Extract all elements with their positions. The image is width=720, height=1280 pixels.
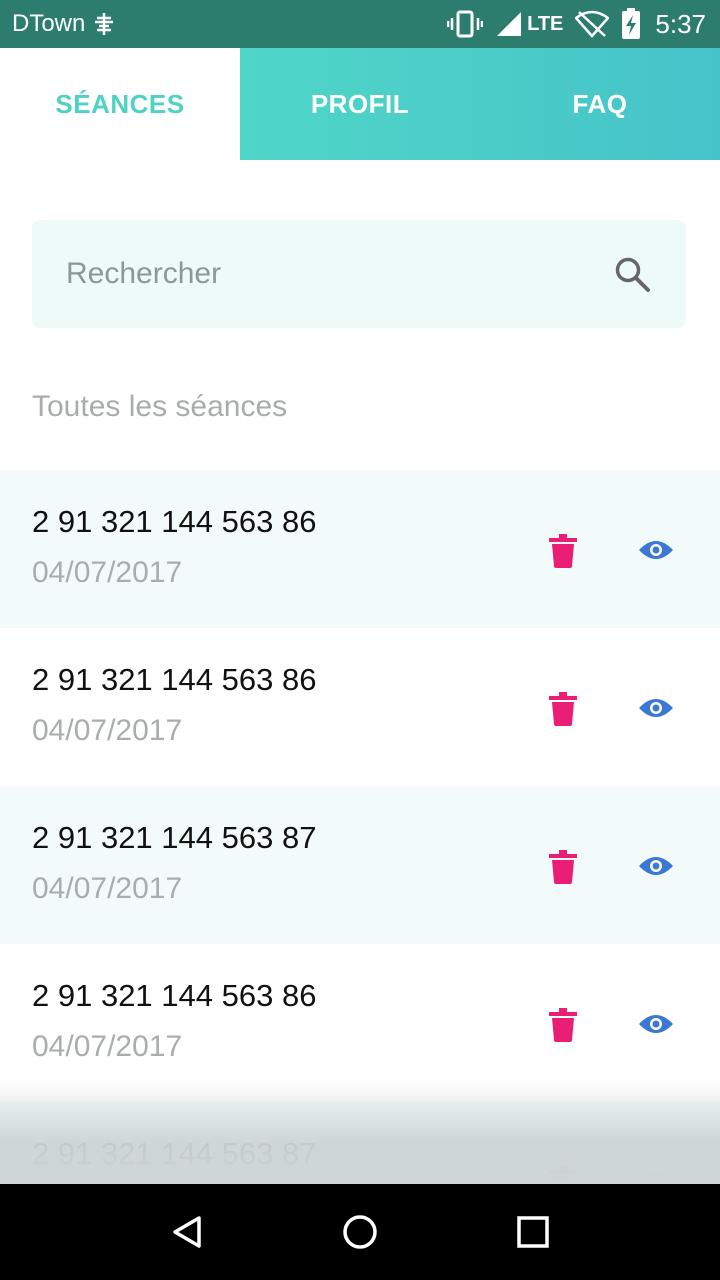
eye-icon[interactable] <box>638 696 674 720</box>
clock: 5:37 <box>655 8 706 39</box>
tab-profil-label: PROFIL <box>310 88 410 119</box>
back-icon[interactable] <box>167 1212 207 1252</box>
status-bar: DTown LTE 5:37 <box>0 0 720 48</box>
session-list: 2 91 321 144 563 86 04/07/2017 2 91 321 … <box>0 470 720 1260</box>
search-input[interactable]: Rechercher <box>32 220 686 328</box>
battery-charging-icon <box>622 8 641 39</box>
session-number: 2 91 321 144 563 86 <box>32 978 317 1013</box>
session-date: 04/07/2017 <box>32 1030 183 1063</box>
tab-faq-label: FAQ <box>572 88 628 119</box>
session-date: 04/07/2017 <box>32 872 183 905</box>
list-item[interactable]: 2 91 321 144 563 86 04/07/2017 <box>0 944 720 1102</box>
trash-icon[interactable] <box>549 534 577 568</box>
vibrate-icon <box>447 10 484 38</box>
tab-bar: SÉANCES PROFIL FAQ <box>0 48 720 160</box>
session-number: 2 91 321 144 563 87 <box>32 820 317 855</box>
recents-icon[interactable] <box>513 1212 553 1252</box>
list-item[interactable]: 2 91 321 144 563 87 04/07/2017 <box>0 786 720 944</box>
carrier-name: DTown <box>12 10 86 37</box>
session-number: 2 91 321 144 563 86 <box>32 662 317 697</box>
search-placeholder: Rechercher <box>66 257 222 290</box>
session-number: 2 91 321 144 563 87 <box>32 1136 317 1171</box>
section-title: Toutes les séances <box>32 390 288 423</box>
trash-icon[interactable] <box>549 692 577 726</box>
status-icons: LTE 5:37 <box>435 8 706 40</box>
eye-icon[interactable] <box>638 538 674 562</box>
signal-icon <box>497 12 522 36</box>
search-icon[interactable] <box>612 254 652 294</box>
tab-seances[interactable]: SÉANCES <box>0 48 240 160</box>
trash-icon[interactable] <box>549 1008 577 1042</box>
network-type: LTE <box>527 12 564 35</box>
list-item[interactable]: 2 91 321 144 563 86 04/07/2017 <box>0 628 720 786</box>
tab-seances-label: SÉANCES <box>55 88 185 119</box>
eye-icon[interactable] <box>638 1012 674 1036</box>
session-date: 04/07/2017 <box>32 714 183 747</box>
carrier-icon <box>95 13 114 35</box>
session-number: 2 91 321 144 563 86 <box>32 504 317 539</box>
trash-icon[interactable] <box>549 850 577 884</box>
wifi-off-icon <box>575 10 610 38</box>
home-icon[interactable] <box>340 1212 380 1252</box>
session-date: 04/07/2017 <box>32 556 183 589</box>
list-item[interactable]: 2 91 321 144 563 86 04/07/2017 <box>0 470 720 628</box>
system-nav-bar <box>0 1184 720 1280</box>
eye-icon[interactable] <box>638 854 674 878</box>
